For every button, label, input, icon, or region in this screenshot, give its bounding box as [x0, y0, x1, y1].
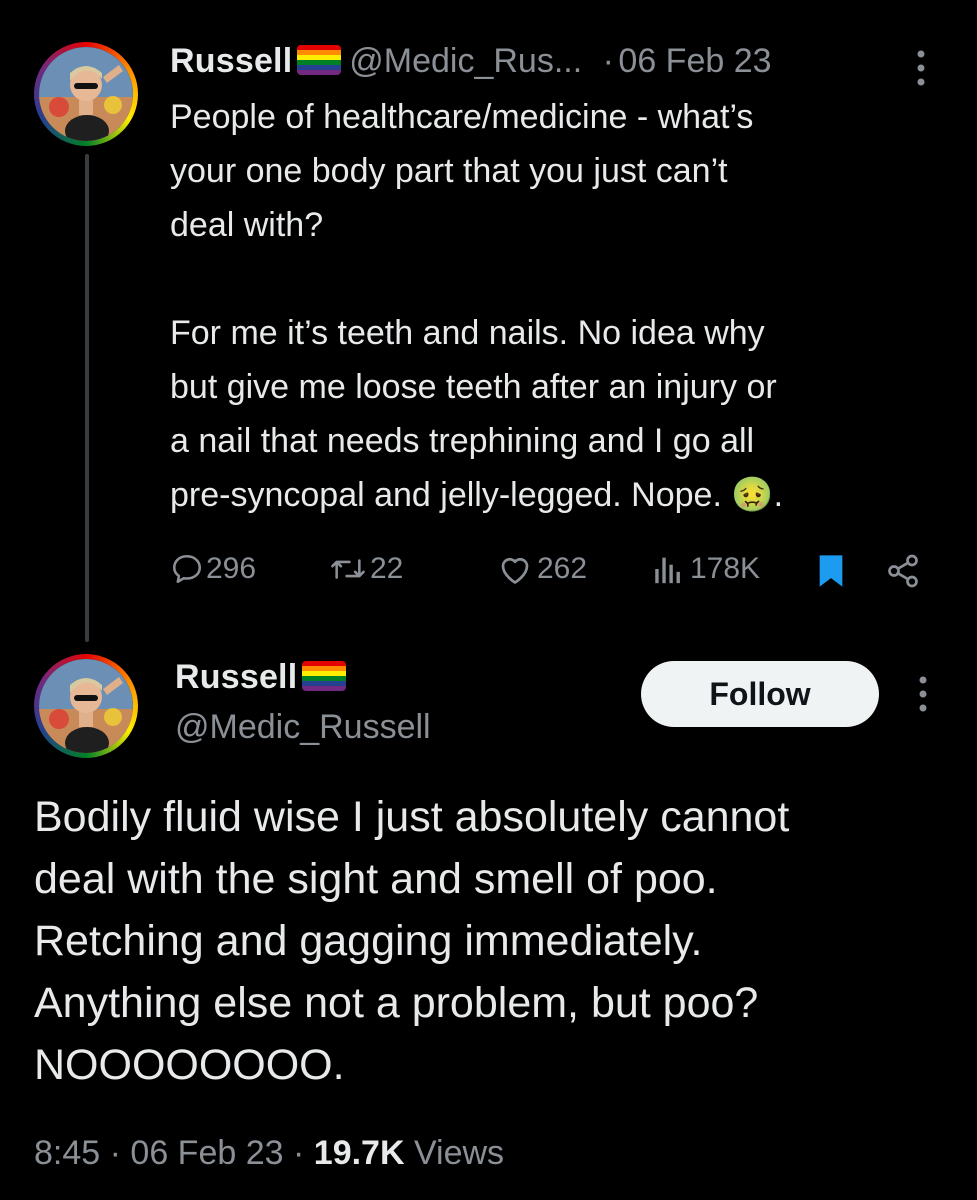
- profile-photo: [39, 47, 133, 141]
- separator-dot: ·: [602, 42, 614, 80]
- display-name[interactable]: Russell: [170, 42, 292, 80]
- heart-icon: [501, 557, 529, 584]
- reply-text: Bodily fluid wise I just absolutely cann…: [34, 793, 790, 1089]
- user-handle[interactable]: @Medic_Russell: [175, 708, 431, 747]
- avatar[interactable]: [34, 42, 138, 146]
- rainbow-flag-icon: [301, 661, 346, 691]
- tweet-footer: 8:45 · 06 Feb 23 · 19.7K Views: [34, 1134, 504, 1173]
- views-button[interactable]: 178K: [652, 552, 760, 586]
- views-count[interactable]: 19.7K: [314, 1134, 405, 1172]
- view-count: 178K: [690, 552, 761, 585]
- retweet-button[interactable]: 22: [328, 552, 403, 586]
- separator-dot: ·: [293, 1134, 305, 1172]
- tweet-header: Russell @Medic_Rus... · 06 Feb 23: [170, 42, 772, 81]
- thread-line: [85, 154, 89, 642]
- tweet-date[interactable]: 06 Feb 23: [618, 42, 771, 80]
- display-name[interactable]: Russell: [175, 658, 297, 696]
- retweet-count: 22: [370, 552, 404, 585]
- user-handle[interactable]: @Medic_Rus...: [349, 42, 582, 80]
- retweet-icon: [331, 559, 365, 579]
- avatar[interactable]: [34, 654, 138, 758]
- rainbow-flag-icon: [296, 45, 341, 75]
- bookmark-icon[interactable]: [816, 554, 846, 593]
- reply-button[interactable]: 296: [170, 552, 256, 586]
- like-button[interactable]: 262: [497, 552, 587, 586]
- more-options-icon[interactable]: [914, 48, 928, 93]
- reply-author: Russell: [175, 658, 346, 697]
- follow-button[interactable]: Follow: [641, 661, 879, 727]
- profile-photo: [39, 659, 133, 753]
- tweet-time[interactable]: 8:45: [34, 1134, 100, 1172]
- like-count: 262: [537, 552, 588, 585]
- reply-count: 296: [206, 552, 257, 585]
- share-icon[interactable]: [884, 553, 922, 594]
- more-options-icon[interactable]: [916, 674, 930, 719]
- views-chart-icon: [655, 557, 680, 584]
- reply-icon: [172, 554, 202, 584]
- tweet-date[interactable]: 06 Feb 23: [130, 1134, 283, 1172]
- views-label: Views: [413, 1134, 505, 1172]
- separator-dot: ·: [109, 1134, 121, 1172]
- tweet-text: People of healthcare/medicine - what’s y…: [170, 98, 784, 514]
